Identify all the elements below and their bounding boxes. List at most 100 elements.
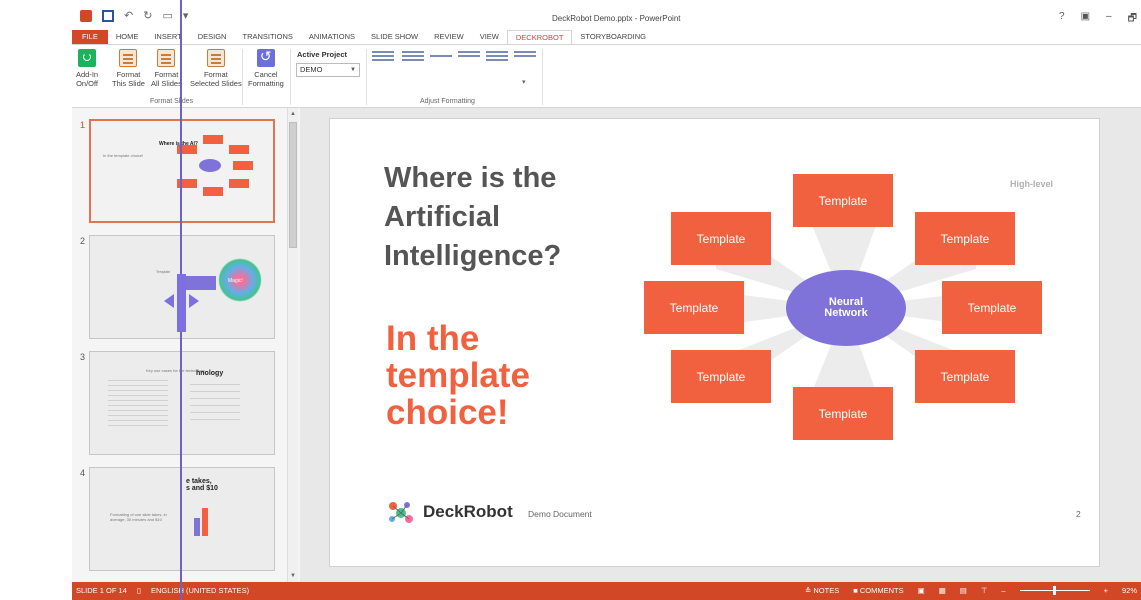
slideshow-view-icon[interactable]: ⊤ [981,586,988,595]
scroll-down-icon[interactable]: ▼ [289,572,297,580]
slides-format-icon [157,49,176,67]
window-title: DeckRobot Demo.pptx - PowerPoint [552,14,681,23]
start-presentation-icon[interactable]: ▭ [162,10,172,22]
tab-deckrobot[interactable]: DECKROBOT [506,30,573,44]
zoom-slider[interactable] [1019,586,1090,595]
undo-icon[interactable]: ↶ [124,10,133,22]
tab-storyboarding[interactable]: STORYBOARDING [572,30,654,44]
slide-number: 4 [80,468,86,478]
format-this-slide-button[interactable]: Format This Slide [112,49,145,88]
adjust-formatting-group-label: Adjust Formatting [420,98,475,105]
save-icon[interactable] [102,10,114,22]
slide-thumbnail-panel: 1 Where is the AI? In the template choic… [72,108,300,582]
tab-slide-show[interactable]: SLIDE SHOW [363,30,426,44]
help-icon[interactable]: ? [1059,11,1065,28]
slide-sorter-icon[interactable]: ▦ [939,586,946,595]
layout-option-1[interactable] [372,51,394,65]
cancel-formatting-button[interactable]: Cancel Formatting [248,48,284,88]
layout-option-5[interactable] [486,51,508,65]
reading-view-icon[interactable]: ▤ [960,586,967,595]
tab-home[interactable]: HOME [108,30,147,44]
slide-format-icon [119,49,138,67]
slide-thumbnail-4[interactable]: e takes, s and $10 Formatting of one sli… [89,467,275,571]
restore-icon[interactable]: 🗗 [1128,11,1137,28]
layout-option-3[interactable] [430,51,452,65]
addin-label: Add-In On/Off [76,70,99,88]
format-selected-label: Format Selected Slides [190,70,242,88]
zoom-slider-knob[interactable] [1052,586,1056,595]
thumb-box [203,187,223,196]
tab-transitions[interactable]: TRANSITIONS [234,30,300,44]
deckrobot-logo-icon [389,502,413,523]
template-box-upper-left[interactable]: Template [671,212,771,265]
template-box-bottom[interactable]: Template [793,387,893,440]
ribbon-separator [242,49,243,105]
thumb-ellipse [199,159,221,172]
normal-view-icon[interactable]: ▣ [918,586,925,595]
ribbon-display-icon[interactable]: ▣ [1081,11,1090,28]
addin-toggle-button[interactable]: Add-In On/Off [76,49,98,88]
layout-option-6[interactable] [514,51,536,65]
active-project-label: Active Project [297,50,348,59]
zoom-out-icon[interactable]: – [1001,586,1005,595]
comments-label: COMMENTS [859,586,904,595]
template-box-right[interactable]: Template [942,281,1042,334]
slide-number: 1 [80,120,86,130]
customize-toolbar-icon[interactable]: ▾ [183,10,189,22]
neural-network-ellipse[interactable]: Neural Network [786,270,906,346]
active-project-select[interactable]: DEMO ▼ [296,63,360,77]
powerpoint-logo-icon [80,10,92,22]
scroll-thumb[interactable] [289,122,297,248]
comments-button[interactable]: ■ COMMENTS [853,586,903,595]
minimize-icon[interactable]: – [1106,11,1112,28]
thumb-bar [194,518,200,536]
template-box-upper-right[interactable]: Template [915,212,1015,265]
slide-thumbnail-3[interactable]: Key use cases for the technology hnology [89,351,275,455]
neural-network-label: Neural Network [824,296,868,319]
format-this-label: Format This Slide [112,70,145,88]
more-layouts-icon[interactable]: ▾ [522,77,526,89]
window-controls: ? ▣ – 🗗 [1059,11,1137,28]
template-box-left[interactable]: Template [644,281,744,334]
thumb-body-text [190,384,240,424]
format-selected-slides-button[interactable]: Format Selected Slides [190,49,242,88]
thumb-text: Template [156,270,171,274]
title-bar: ↶ ↻ ▭ ▾ DeckRobot Demo.pptx - PowerPoint… [72,0,1141,30]
deckrobot-logo: DeckRobot [387,500,513,524]
thumb-box [229,145,249,154]
spelling-icon[interactable]: ▯ [137,586,141,595]
slide-thumbnail-1[interactable]: Where is the AI? In the template choice! [89,119,275,223]
slide-count: SLIDE 1 OF 14 [76,586,127,595]
tab-animations[interactable]: ANIMATIONS [301,30,363,44]
zoom-in-icon[interactable]: + [1104,586,1108,595]
slide-number: 3 [80,352,86,362]
thumb-box [203,135,223,144]
zoom-level[interactable]: 92% [1122,586,1137,595]
thumb-title: e takes, s and $10 [186,478,218,492]
status-bar: SLIDE 1 OF 14 ▯ ENGLISH (UNITED STATES) … [72,582,1141,600]
template-box-lower-right[interactable]: Template [915,350,1015,403]
format-all-slides-button[interactable]: Format All Slides [151,49,182,88]
slide-canvas[interactable]: Where is the Artificial Intelligence? In… [329,118,1100,567]
selected-format-icon [206,49,225,67]
layout-option-2[interactable] [402,51,424,65]
template-box-top[interactable]: Template [793,174,893,227]
cancel-label: Cancel Formatting [248,70,284,88]
tab-design[interactable]: DESIGN [190,30,235,44]
tab-insert[interactable]: INSERT [146,30,189,44]
thumb-bar [202,508,208,536]
notes-button[interactable]: ≙ NOTES [805,586,839,595]
layout-option-4[interactable] [458,51,480,65]
language-indicator[interactable]: ENGLISH (UNITED STATES) [151,586,249,595]
tab-review[interactable]: REVIEW [426,30,472,44]
tab-file[interactable]: FILE [72,30,108,44]
comparison-divider-handle[interactable] [177,274,186,332]
thumb-arrow [182,276,216,290]
template-box-lower-left[interactable]: Template [671,350,771,403]
tab-view[interactable]: VIEW [472,30,507,44]
format-slides-group-label: Format Slides [150,98,194,105]
ribbon-separator [542,49,543,105]
thumbnail-scrollbar[interactable]: ▲ ▼ [287,108,298,582]
scroll-up-icon[interactable]: ▲ [289,110,297,118]
redo-icon[interactable]: ↻ [143,10,152,22]
